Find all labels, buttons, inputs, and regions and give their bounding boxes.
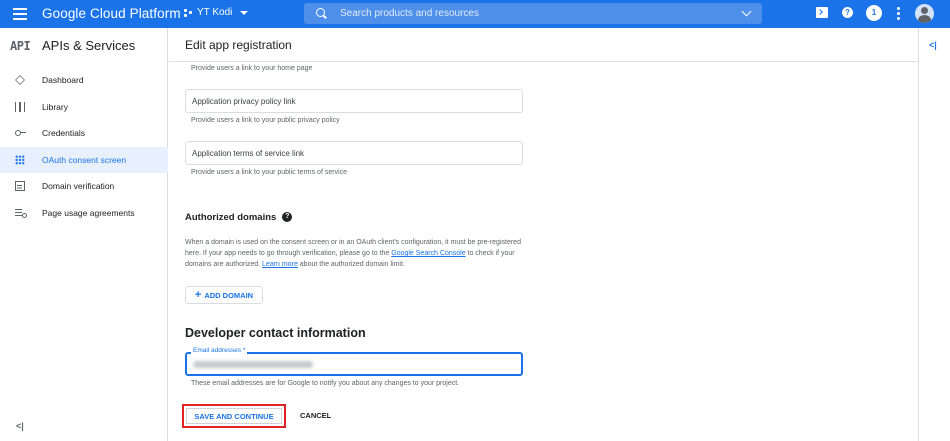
page-usage-icon xyxy=(15,208,27,218)
collapse-sidebar-icon[interactable]: <| xyxy=(16,421,24,431)
expand-panel-icon[interactable]: <| xyxy=(929,40,937,50)
authorized-domains-heading: Authorized domains? xyxy=(185,212,293,223)
search-icon xyxy=(316,8,325,17)
authorized-domains-description: When a domain is used on the consent scr… xyxy=(185,237,525,270)
help-icon[interactable]: ? xyxy=(842,7,853,18)
help-circle-icon[interactable]: ? xyxy=(282,212,293,223)
privacy-helper-text: Provide users a link to your public priv… xyxy=(191,117,340,124)
search-bar[interactable]: Search products and resources xyxy=(304,3,762,24)
redacted-email-value xyxy=(193,361,313,368)
email-field-label: Email addresses * xyxy=(191,347,248,354)
oauth-icon xyxy=(15,154,25,165)
menu-icon[interactable] xyxy=(13,8,27,20)
dashboard-icon xyxy=(15,75,25,85)
more-vert-icon[interactable] xyxy=(897,7,900,20)
sidebar-item-label: Page usage agreements xyxy=(42,207,135,218)
email-addresses-field[interactable]: Email addresses * xyxy=(185,347,523,376)
privacy-policy-field[interactable]: Application privacy policy link xyxy=(185,89,523,113)
sidebar: API APIs & Services Dashboard Library Cr… xyxy=(0,28,168,441)
sidebar-item-oauth-consent-screen[interactable]: OAuth consent screen xyxy=(0,146,168,173)
sidebar-item-credentials[interactable]: Credentials xyxy=(0,120,168,147)
sidebar-title: APIs & Services xyxy=(42,38,136,53)
terms-placeholder: Application terms of service link xyxy=(192,149,305,158)
right-info-panel: <| xyxy=(918,28,950,441)
cancel-button[interactable]: CANCEL xyxy=(300,411,331,420)
project-selector[interactable]: YT Kodi xyxy=(184,7,249,18)
sidebar-item-page-usage-agreements[interactable]: Page usage agreements xyxy=(0,200,168,227)
api-logo: API xyxy=(10,39,31,53)
email-helper-text: These email addresses are for Google to … xyxy=(191,380,460,387)
learn-more-link[interactable]: Learn more xyxy=(262,261,298,268)
main-content: Edit app registration Provide users a li… xyxy=(169,28,918,441)
sidebar-item-library[interactable]: Library xyxy=(0,94,168,121)
project-name: YT Kodi xyxy=(197,7,233,18)
homepage-helper-text: Provide users a link to your home page xyxy=(191,65,313,72)
sidebar-item-label: OAuth consent screen xyxy=(42,154,127,165)
page-header: Edit app registration xyxy=(169,28,918,62)
terms-helper-text: Provide users a link to your public term… xyxy=(191,169,348,176)
brand-title[interactable]: Google Cloud Platform xyxy=(42,6,181,21)
domain-icon xyxy=(15,181,25,191)
privacy-policy-placeholder: Application privacy policy link xyxy=(192,97,296,106)
sidebar-nav: Dashboard Library Credentials OAuth cons… xyxy=(0,67,168,226)
key-icon xyxy=(15,128,26,138)
notifications-badge[interactable]: 1 xyxy=(866,5,882,21)
chevron-down-icon[interactable] xyxy=(741,6,752,17)
plus-icon: + xyxy=(194,289,202,301)
caret-down-icon xyxy=(240,10,249,15)
top-app-bar: Google Cloud Platform YT Kodi Search pro… xyxy=(0,0,950,28)
search-placeholder: Search products and resources xyxy=(340,8,479,19)
save-and-continue-button[interactable]: SAVE AND CONTINUE xyxy=(186,408,282,424)
sidebar-item-label: Library xyxy=(42,101,68,112)
avatar[interactable] xyxy=(915,4,934,23)
terms-of-service-field[interactable]: Application terms of service link xyxy=(185,141,523,165)
sidebar-item-label: Credentials xyxy=(42,128,85,139)
google-search-console-link[interactable]: Google Search Console xyxy=(391,250,465,257)
project-icon xyxy=(184,8,192,17)
description-text: about the authorized domain limit. xyxy=(297,261,405,268)
library-icon xyxy=(15,101,25,112)
authorized-domains-title: Authorized domains xyxy=(185,212,277,223)
sidebar-item-label: Dashboard xyxy=(42,75,84,86)
sidebar-item-domain-verification[interactable]: Domain verification xyxy=(0,173,168,200)
sidebar-item-label: Domain verification xyxy=(42,181,115,192)
add-domain-button[interactable]: + ADD DOMAIN xyxy=(185,286,263,304)
sidebar-item-dashboard[interactable]: Dashboard xyxy=(0,67,168,94)
developer-contact-heading: Developer contact information xyxy=(185,326,366,340)
page-title: Edit app registration xyxy=(185,38,292,52)
add-domain-label: ADD DOMAIN xyxy=(204,290,254,300)
cloud-shell-icon[interactable] xyxy=(816,7,828,18)
